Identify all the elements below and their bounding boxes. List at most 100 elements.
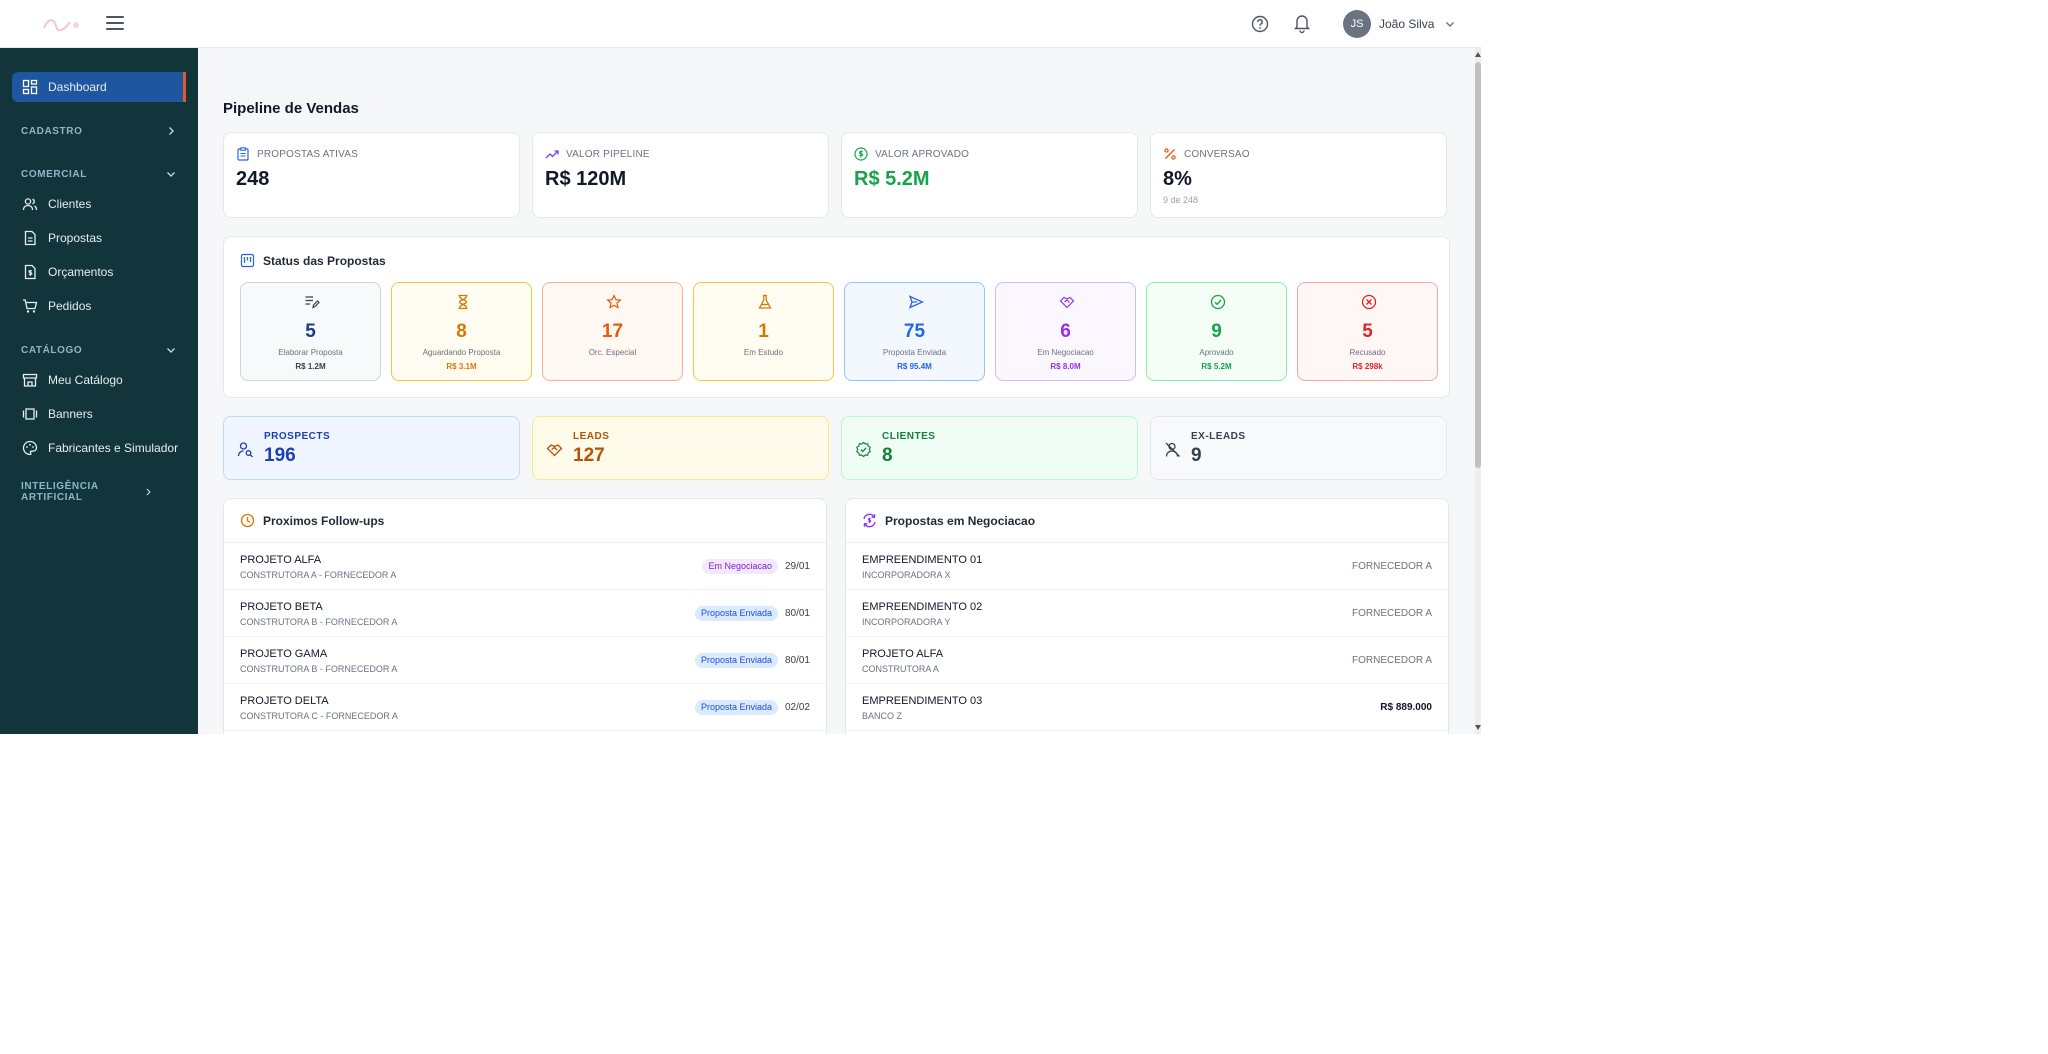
status-amount: R$ 298k xyxy=(1352,362,1383,371)
sidebar-item-propostas[interactable]: Propostas xyxy=(12,223,186,253)
star-icon xyxy=(606,294,622,309)
negociacao-row[interactable]: EMPREENDIMENTO 02 INCORPORADORA Y FORNEC… xyxy=(846,590,1448,637)
clock-icon xyxy=(240,513,255,528)
segment-value: 127 xyxy=(573,445,605,466)
status-card-proposta-enviada[interactable]: 75 Proposta Enviada R$ 95.4M xyxy=(844,282,985,381)
handshake-icon xyxy=(546,444,563,457)
sidebar-item-pedidos[interactable]: Pedidos xyxy=(12,291,186,321)
x-circle-icon xyxy=(1361,294,1377,310)
segment-label: CLIENTES xyxy=(882,431,936,442)
negociacao-row[interactable]: EMPREENDIMENTO 03 BANCO Z R$ 889.000 xyxy=(846,684,1448,731)
scrollbar[interactable] xyxy=(1475,48,1481,734)
status-card-aguardando-proposta[interactable]: 8 Aguardando Proposta R$ 3.1M xyxy=(391,282,532,381)
sidebar-section-catalogo[interactable]: CATÁLOGO xyxy=(21,340,177,360)
row-title: EMPREENDIMENTO 03 xyxy=(862,695,983,707)
chevron-right-icon xyxy=(146,488,151,496)
followup-row[interactable]: PROJETO DELTA CONSTRUTORA C - FORNECEDOR… xyxy=(224,684,826,731)
sidebar-item-clientes[interactable]: Clientes xyxy=(12,189,186,219)
kpi-subtext: 9 de 248 xyxy=(1163,195,1199,205)
kpi-label: CONVERSAO xyxy=(1184,148,1250,160)
status-label: Recusado xyxy=(1349,348,1386,357)
row-subtitle: BANCO Z xyxy=(862,711,903,721)
sidebar-item-label: Propostas xyxy=(48,231,103,245)
segment-card-ex-leads[interactable]: EX-LEADS 9 xyxy=(1150,416,1447,480)
store-icon xyxy=(22,373,38,387)
sidebar-item-label: Meu Catálogo xyxy=(48,373,123,387)
sidebar: Dashboard CADASTRO COMERCIAL Clientes Pr… xyxy=(0,48,198,734)
row-title: PROJETO DELTA xyxy=(240,695,329,707)
kpi-value: R$ 5.2M xyxy=(854,168,930,190)
sidebar-section-cadastro[interactable]: CADASTRO xyxy=(21,121,177,141)
percent-icon xyxy=(1164,148,1176,160)
status-count: 5 xyxy=(305,321,316,342)
row-subtitle: CONSTRUTORA C - FORNECEDOR A xyxy=(240,711,398,721)
sidebar-section-ia[interactable]: INTELIGÊNCIA ARTIFICIAL xyxy=(21,481,177,503)
chevron-down-icon xyxy=(167,348,175,353)
scrollbar-thumb[interactable] xyxy=(1475,62,1481,468)
status-amount: R$ 95.4M xyxy=(897,362,932,371)
kpi-card-valor-pipeline: VALOR PIPELINE R$ 120M xyxy=(532,132,829,218)
main-content: Pipeline de Vendas PROPOSTAS ATIVAS 248 … xyxy=(198,48,1481,734)
status-amount: R$ 3.1M xyxy=(446,362,477,371)
row-supplier: FORNECEDOR A xyxy=(1351,655,1432,666)
segment-value: 9 xyxy=(1191,445,1202,466)
status-badge: Proposta Enviada xyxy=(694,700,778,715)
chevron-down-icon xyxy=(1446,22,1455,27)
status-label: Em Negociacao xyxy=(1037,348,1094,357)
status-card-recusado[interactable]: 5 Recusado R$ 298k xyxy=(1297,282,1438,381)
bell-icon[interactable] xyxy=(1292,12,1312,34)
kanban-icon xyxy=(240,253,255,268)
status-card-elaborar-proposta[interactable]: 5 Elaborar Proposta R$ 1.2M xyxy=(240,282,381,381)
kpi-value: 8% xyxy=(1163,168,1192,190)
trending-up-icon xyxy=(545,150,559,159)
followup-row[interactable]: PROJETO BETA CONSTRUTORA B - FORNECEDOR … xyxy=(224,590,826,637)
row-subtitle: CONSTRUTORA A xyxy=(862,664,939,674)
row-date: 80/01 xyxy=(784,655,810,666)
sidebar-item-fabricantes[interactable]: Fabricantes e Simulador xyxy=(12,433,186,463)
negociacao-row[interactable]: EMPREENDIMENTO 01 INCORPORADORA X FORNEC… xyxy=(846,543,1448,590)
dashboard-icon xyxy=(22,79,38,95)
segment-card-clientes[interactable]: CLIENTES 8 xyxy=(841,416,1138,480)
kpi-card-valor-aprovado: VALOR APROVADO R$ 5.2M xyxy=(841,132,1138,218)
segment-card-leads[interactable]: LEADS 127 xyxy=(532,416,829,480)
menu-toggle-button[interactable] xyxy=(106,16,124,32)
status-card-aprovado[interactable]: 9 Aprovado R$ 5.2M xyxy=(1146,282,1287,381)
sidebar-item-orcamentos[interactable]: Orçamentos xyxy=(12,257,186,287)
sidebar-item-dashboard[interactable]: Dashboard xyxy=(12,72,186,102)
sidebar-item-label: Fabricantes e Simulador xyxy=(48,441,179,455)
status-amount: R$ 5.2M xyxy=(1201,362,1232,371)
status-card-em-negociacao[interactable]: 6 Em Negociacao R$ 8.0M xyxy=(995,282,1136,381)
row-subtitle: CONSTRUTORA B - FORNECEDOR A xyxy=(240,617,398,627)
status-card-em-estudo[interactable]: 1 Em Estudo xyxy=(693,282,834,381)
user-off-icon xyxy=(1165,442,1180,457)
scroll-down-arrow[interactable] xyxy=(1475,725,1481,730)
user-menu[interactable]: JS João Silva xyxy=(1343,10,1456,38)
logo-icon[interactable] xyxy=(40,14,86,34)
negociacao-row[interactable]: PROJETO ALFA CONSTRUTORA A FORNECEDOR A xyxy=(846,637,1448,684)
followup-row[interactable]: PROJETO ALFA CONSTRUTORA A - FORNECEDOR … xyxy=(224,543,826,590)
status-badge: Proposta Enviada xyxy=(694,653,778,668)
status-count: 1 xyxy=(758,321,769,342)
kpi-card-conversao: CONVERSAO 8% 9 de 248 xyxy=(1150,132,1447,218)
panel-title: Status das Propostas xyxy=(263,253,386,268)
sidebar-item-label: Banners xyxy=(48,407,93,421)
sidebar-item-banners[interactable]: Banners xyxy=(12,399,186,429)
document-icon xyxy=(24,230,36,246)
status-count: 5 xyxy=(1362,321,1373,342)
scroll-up-arrow[interactable] xyxy=(1475,52,1481,57)
sidebar-item-meu-catalogo[interactable]: Meu Catálogo xyxy=(12,365,186,395)
status-card-orc-especial[interactable]: 17 Orc. Especial xyxy=(542,282,683,381)
cart-icon xyxy=(23,299,38,313)
help-icon[interactable] xyxy=(1250,14,1270,34)
clipboard-icon xyxy=(237,147,249,161)
followup-row[interactable]: PROJETO GAMA CONSTRUTORA B - FORNECEDOR … xyxy=(224,637,826,684)
row-date: 02/02 xyxy=(784,702,810,713)
section-label: INTELIGÊNCIA ARTIFICIAL xyxy=(21,481,99,503)
status-badge: Proposta Enviada xyxy=(694,606,778,621)
segment-card-prospects[interactable]: PROSPECTS 196 xyxy=(223,416,520,480)
row-title: PROJETO ALFA xyxy=(862,648,944,660)
status-label: Aprovado xyxy=(1199,348,1234,357)
avatar: JS xyxy=(1343,10,1371,38)
user-search-icon xyxy=(237,442,253,458)
sidebar-section-comercial[interactable]: COMERCIAL xyxy=(21,164,177,184)
